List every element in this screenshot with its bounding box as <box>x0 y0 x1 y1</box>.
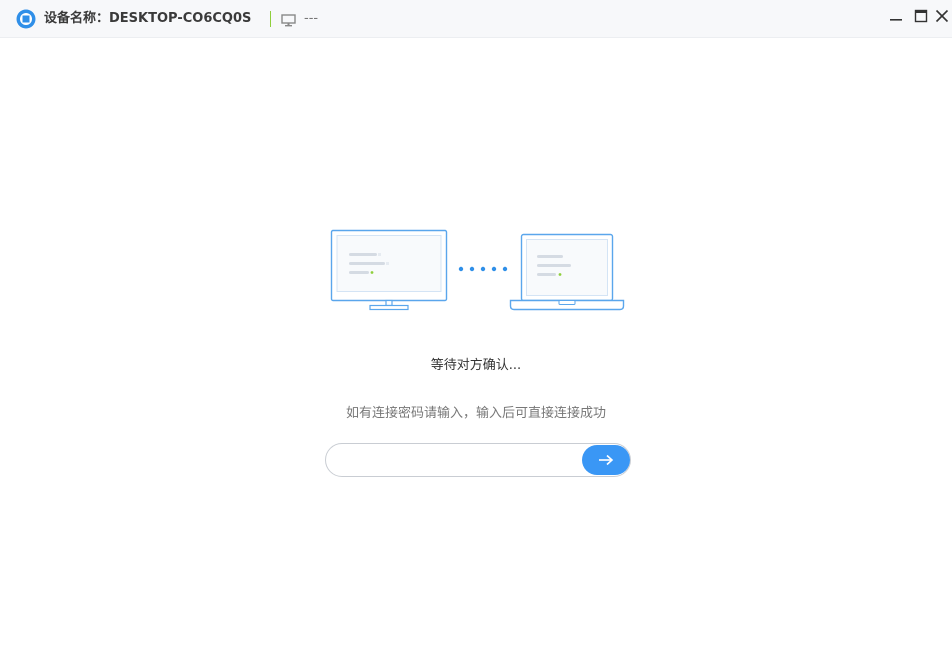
password-hint-text: 如有连接密码请输入，输入后可直接连接成功 <box>345 406 606 421</box>
desktop-monitor-icon <box>330 229 448 311</box>
password-field <box>325 443 631 477</box>
title-separator <box>270 11 271 27</box>
password-input[interactable] <box>340 450 580 472</box>
connecting-dots-icon <box>458 266 508 272</box>
waiting-confirmation-text: 等待对方确认... <box>430 358 522 373</box>
monitor-icon <box>281 12 296 27</box>
connection-illustration <box>328 228 628 314</box>
maximize-icon <box>914 9 928 23</box>
title-bar: 设备名称：DESKTOP-CO6CQ0S --- <box>0 0 952 38</box>
minimize-button[interactable] <box>887 7 905 25</box>
maximize-button[interactable] <box>912 7 930 25</box>
close-icon <box>935 9 949 23</box>
app-logo-icon <box>15 8 37 30</box>
laptop-icon <box>509 233 625 311</box>
arrow-right-icon <box>599 454 614 466</box>
device-name-title: 设备名称：DESKTOP-CO6CQ0S <box>44 11 252 26</box>
close-button[interactable] <box>933 7 951 25</box>
submit-password-button[interactable] <box>582 445 630 475</box>
connection-status: --- <box>304 11 319 26</box>
minimize-icon <box>890 19 902 21</box>
